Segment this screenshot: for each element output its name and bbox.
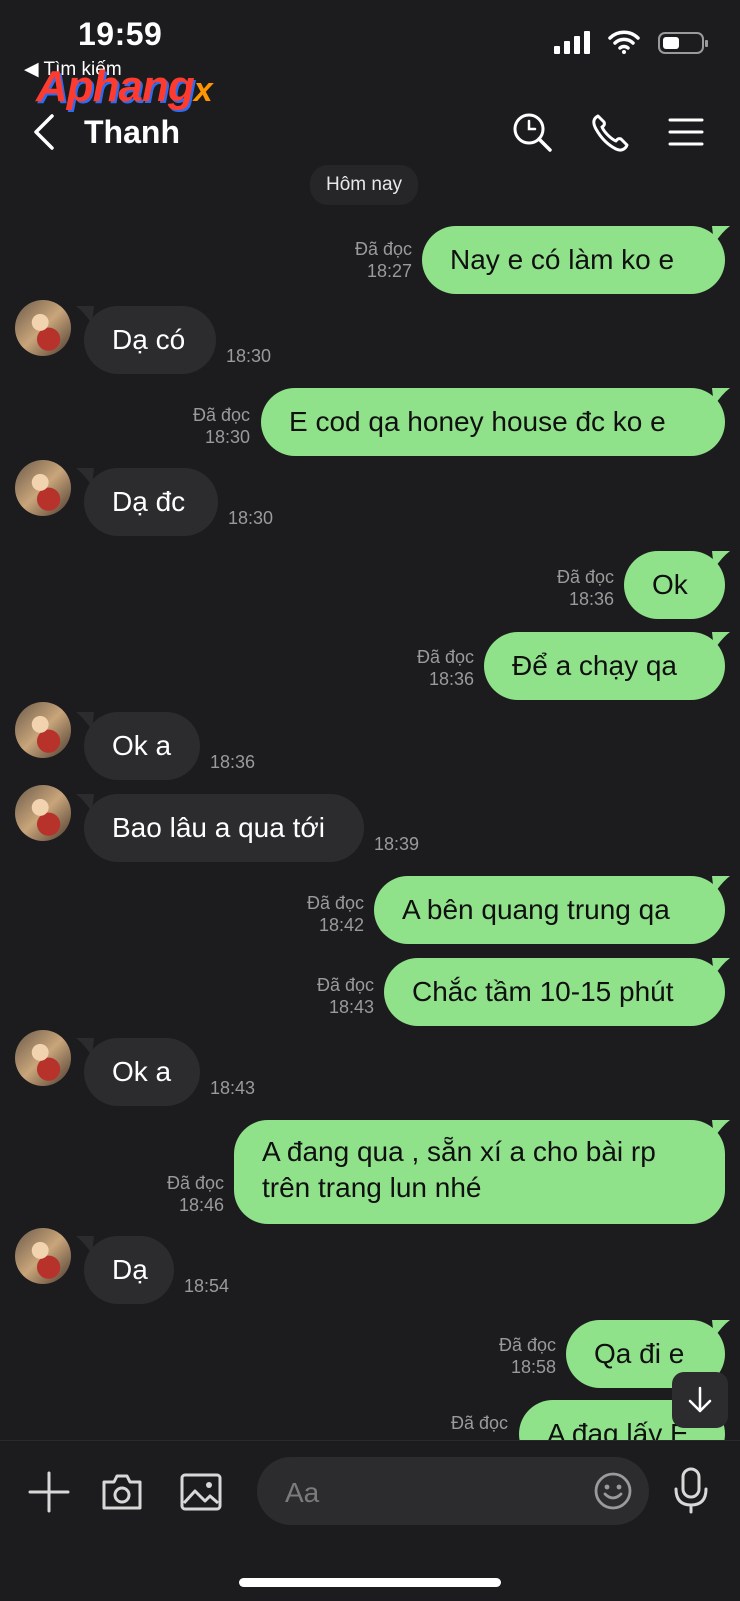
avatar[interactable]	[15, 702, 71, 758]
message-meta: Đã đọc	[450, 1413, 508, 1433]
message-meta: Đã đọc 18:30	[192, 405, 250, 447]
outgoing-message[interactable]: Nay e có làm ko e	[422, 226, 725, 294]
scroll-to-bottom-button[interactable]	[672, 1372, 728, 1428]
outgoing-message[interactable]: Để a chạy qa	[484, 632, 725, 700]
bubble-tail	[712, 632, 730, 650]
arrow-down-icon	[688, 1386, 712, 1413]
incoming-message[interactable]: Ok a	[84, 1038, 200, 1106]
message-time: 18:30	[226, 346, 272, 366]
message-composer: Aa	[0, 1440, 740, 1601]
bubble-tail	[712, 1120, 730, 1138]
bubble-tail	[712, 1320, 730, 1338]
message-time: 18:36	[210, 752, 256, 772]
incoming-message[interactable]: Dạ	[84, 1236, 174, 1304]
outgoing-message[interactable]: A bên quang trung qa	[374, 876, 725, 944]
message-time: 18:43	[210, 1078, 256, 1098]
avatar[interactable]	[15, 460, 71, 516]
message-time: 18:30	[228, 508, 274, 528]
outgoing-message[interactable]: Chắc tầm 10-15 phút	[384, 958, 725, 1026]
outgoing-message[interactable]: E cod qa honey house đc ko e	[261, 388, 725, 456]
camera-icon[interactable]	[99, 1469, 145, 1515]
message-meta: Đã đọc 18:43	[316, 975, 374, 1017]
message-meta: Đã đọc 18:36	[556, 567, 614, 609]
message-meta: Đã đọc 18:42	[306, 893, 364, 935]
plus-icon[interactable]	[26, 1469, 72, 1515]
bubble-tail	[712, 876, 730, 894]
home-indicator[interactable]	[239, 1578, 501, 1587]
microphone-icon[interactable]	[668, 1465, 714, 1515]
bubble-tail	[712, 551, 730, 569]
message-meta: Đã đọc 18:46	[166, 1173, 224, 1215]
clipped-message-row: Đã đọc A đag lấy E	[0, 1390, 740, 1440]
message-meta: Đã đọc 18:27	[354, 239, 412, 281]
bubble-tail	[712, 388, 730, 406]
incoming-message[interactable]: Dạ đc	[84, 468, 218, 536]
avatar[interactable]	[15, 785, 71, 841]
outgoing-message[interactable]: Ok	[624, 551, 725, 619]
emoji-icon[interactable]	[593, 1471, 633, 1511]
message-input-placeholder: Aa	[285, 1477, 320, 1508]
avatar[interactable]	[15, 300, 71, 356]
message-list[interactable]: Đã đọc 18:27 Nay e có làm ko e Dạ có 18:3…	[0, 0, 740, 1600]
avatar[interactable]	[15, 1030, 71, 1086]
bubble-tail	[712, 958, 730, 976]
incoming-message[interactable]: Ok a	[84, 712, 200, 780]
image-icon[interactable]	[178, 1469, 224, 1515]
outgoing-message[interactable]: A đang qua , sẵn xí a cho bài rp trên tr…	[234, 1120, 725, 1224]
message-meta: Đã đọc 18:58	[498, 1335, 556, 1377]
message-input[interactable]: Aa	[257, 1457, 649, 1525]
incoming-message[interactable]: Bao lâu a qua tới	[84, 794, 364, 862]
incoming-message[interactable]: Dạ có	[84, 306, 216, 374]
bubble-tail	[712, 226, 730, 244]
avatar[interactable]	[15, 1228, 71, 1284]
message-time: 18:39	[374, 834, 420, 854]
message-time: 18:54	[184, 1276, 230, 1296]
message-meta: Đã đọc 18:36	[416, 647, 474, 689]
